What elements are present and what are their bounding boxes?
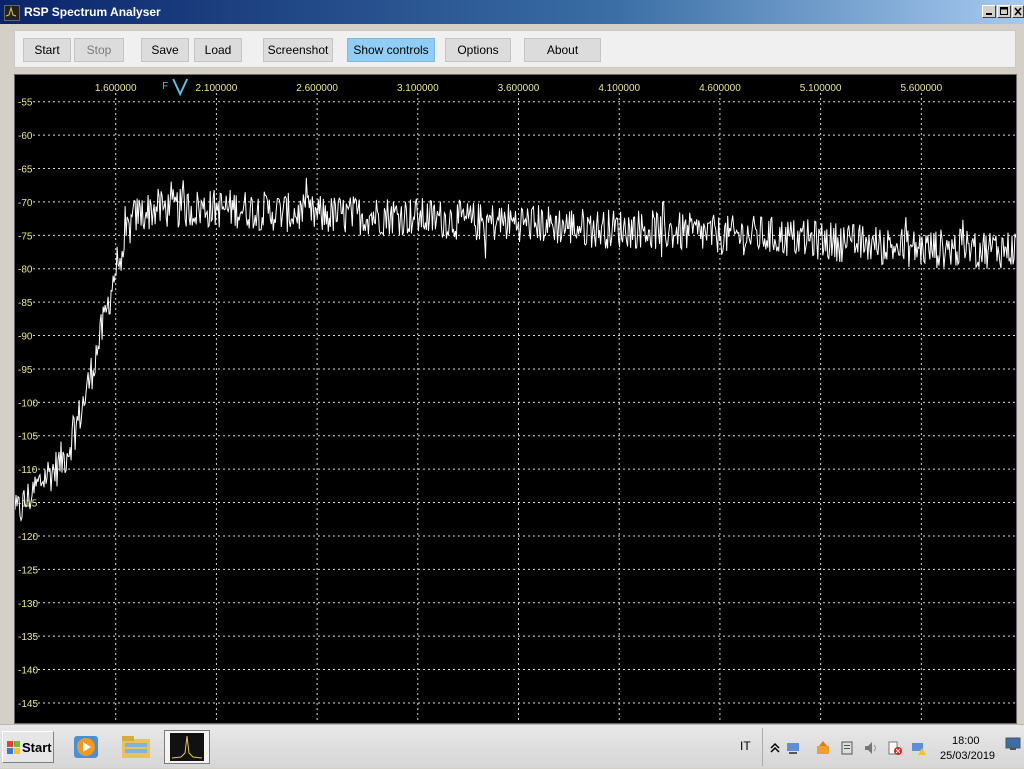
options-button[interactable]: Options bbox=[445, 38, 511, 62]
y-tick-label: -80 bbox=[18, 265, 33, 276]
clock-time[interactable]: 18:00 bbox=[952, 735, 980, 747]
y-tick-label: -65 bbox=[18, 165, 33, 176]
close-icon bbox=[1014, 7, 1022, 16]
start-menu-button[interactable]: Start bbox=[2, 731, 54, 763]
maximize-icon bbox=[1000, 7, 1008, 15]
window-title: RSP Spectrum Analyser bbox=[24, 5, 161, 19]
y-tick-label: -125 bbox=[18, 565, 38, 576]
language-indicator[interactable]: IT bbox=[740, 739, 751, 753]
start-button[interactable]: Start bbox=[23, 38, 71, 62]
x-tick-label: 3.600000 bbox=[498, 83, 540, 94]
media-player-icon bbox=[74, 736, 98, 758]
x-tick-label: 5.600000 bbox=[900, 83, 942, 94]
title-bar[interactable]: RSP Spectrum Analyser bbox=[0, 0, 1024, 24]
update-icon[interactable] bbox=[815, 740, 831, 756]
save-button[interactable]: Save bbox=[141, 38, 189, 62]
show-desktop-icon[interactable] bbox=[1005, 737, 1021, 751]
taskbar-file-explorer[interactable] bbox=[116, 730, 156, 764]
spectrum-app-icon bbox=[170, 733, 204, 761]
app-icon bbox=[4, 5, 20, 21]
maximize-button[interactable] bbox=[997, 5, 1011, 18]
windows-flag-icon bbox=[7, 741, 20, 754]
y-tick-label: -55 bbox=[18, 98, 33, 109]
y-tick-label: -60 bbox=[18, 131, 33, 142]
y-tick-label: -90 bbox=[18, 332, 33, 343]
x-tick-label: 4.100000 bbox=[598, 83, 640, 94]
marker-label: F bbox=[162, 81, 168, 92]
y-tick-label: -130 bbox=[18, 599, 38, 610]
y-tick-label: -85 bbox=[18, 298, 33, 309]
spectrum-trace bbox=[15, 177, 1016, 523]
y-tick-label: -120 bbox=[18, 532, 38, 543]
x-tick-label: 1.600000 bbox=[95, 83, 137, 94]
clipboard-icon[interactable] bbox=[839, 740, 855, 756]
about-button[interactable]: About bbox=[524, 38, 601, 62]
close-button[interactable] bbox=[1012, 5, 1024, 18]
minimize-icon bbox=[986, 13, 992, 15]
taskbar: Start IT 18:00 25/03/2019 bbox=[0, 724, 1024, 768]
y-tick-label: -75 bbox=[18, 231, 33, 242]
y-tick-label: -70 bbox=[18, 198, 33, 209]
stop-button[interactable]: Stop bbox=[74, 38, 124, 62]
x-tick-label: 2.100000 bbox=[196, 83, 238, 94]
folder-icon bbox=[122, 736, 150, 758]
y-tick-label: -145 bbox=[18, 699, 38, 710]
x-tick-label: 3.100000 bbox=[397, 83, 439, 94]
y-tick-label: -100 bbox=[18, 398, 38, 409]
y-tick-label: -135 bbox=[18, 632, 38, 643]
screenshot-button[interactable]: Screenshot bbox=[263, 38, 333, 62]
chevron-up-icon[interactable] bbox=[767, 740, 783, 756]
frequency-marker[interactable] bbox=[172, 78, 189, 97]
y-tick-label: -140 bbox=[18, 666, 38, 677]
spectrum-plot[interactable]: -55 -60 -65 -70 -75 -80 -85 -90 -95 -100 -105 -110 -… bbox=[14, 74, 1017, 724]
minimize-button[interactable] bbox=[982, 5, 996, 18]
y-tick-label: -110 bbox=[18, 465, 38, 476]
x-tick-label: 4.600000 bbox=[699, 83, 741, 94]
x-tick-label: 5.100000 bbox=[800, 83, 842, 94]
start-label: Start bbox=[22, 740, 52, 755]
network-warning-icon[interactable] bbox=[911, 740, 927, 756]
toolbar: Start Stop Save Load Screenshot Show con… bbox=[14, 30, 1016, 68]
action-center-warning-icon[interactable] bbox=[887, 740, 903, 756]
y-tick-label: -115 bbox=[18, 499, 38, 510]
clock-date[interactable]: 25/03/2019 bbox=[940, 750, 995, 762]
x-tick-label: 2.600000 bbox=[296, 83, 338, 94]
show-controls-button[interactable]: Show controls bbox=[347, 38, 435, 62]
y-tick-label: -95 bbox=[18, 365, 33, 376]
load-button[interactable]: Load bbox=[194, 38, 242, 62]
taskbar-media-player[interactable] bbox=[66, 730, 106, 764]
y-tick-label: -105 bbox=[18, 432, 38, 443]
volume-icon[interactable] bbox=[863, 740, 879, 756]
spectrum-svg[interactable]: -55 -60 -65 -70 -75 -80 -85 -90 -95 -100 -105 -110 -… bbox=[15, 75, 1016, 723]
taskbar-rsp-spectrum-analyser[interactable] bbox=[164, 730, 210, 764]
network-drive-icon[interactable] bbox=[785, 740, 801, 756]
